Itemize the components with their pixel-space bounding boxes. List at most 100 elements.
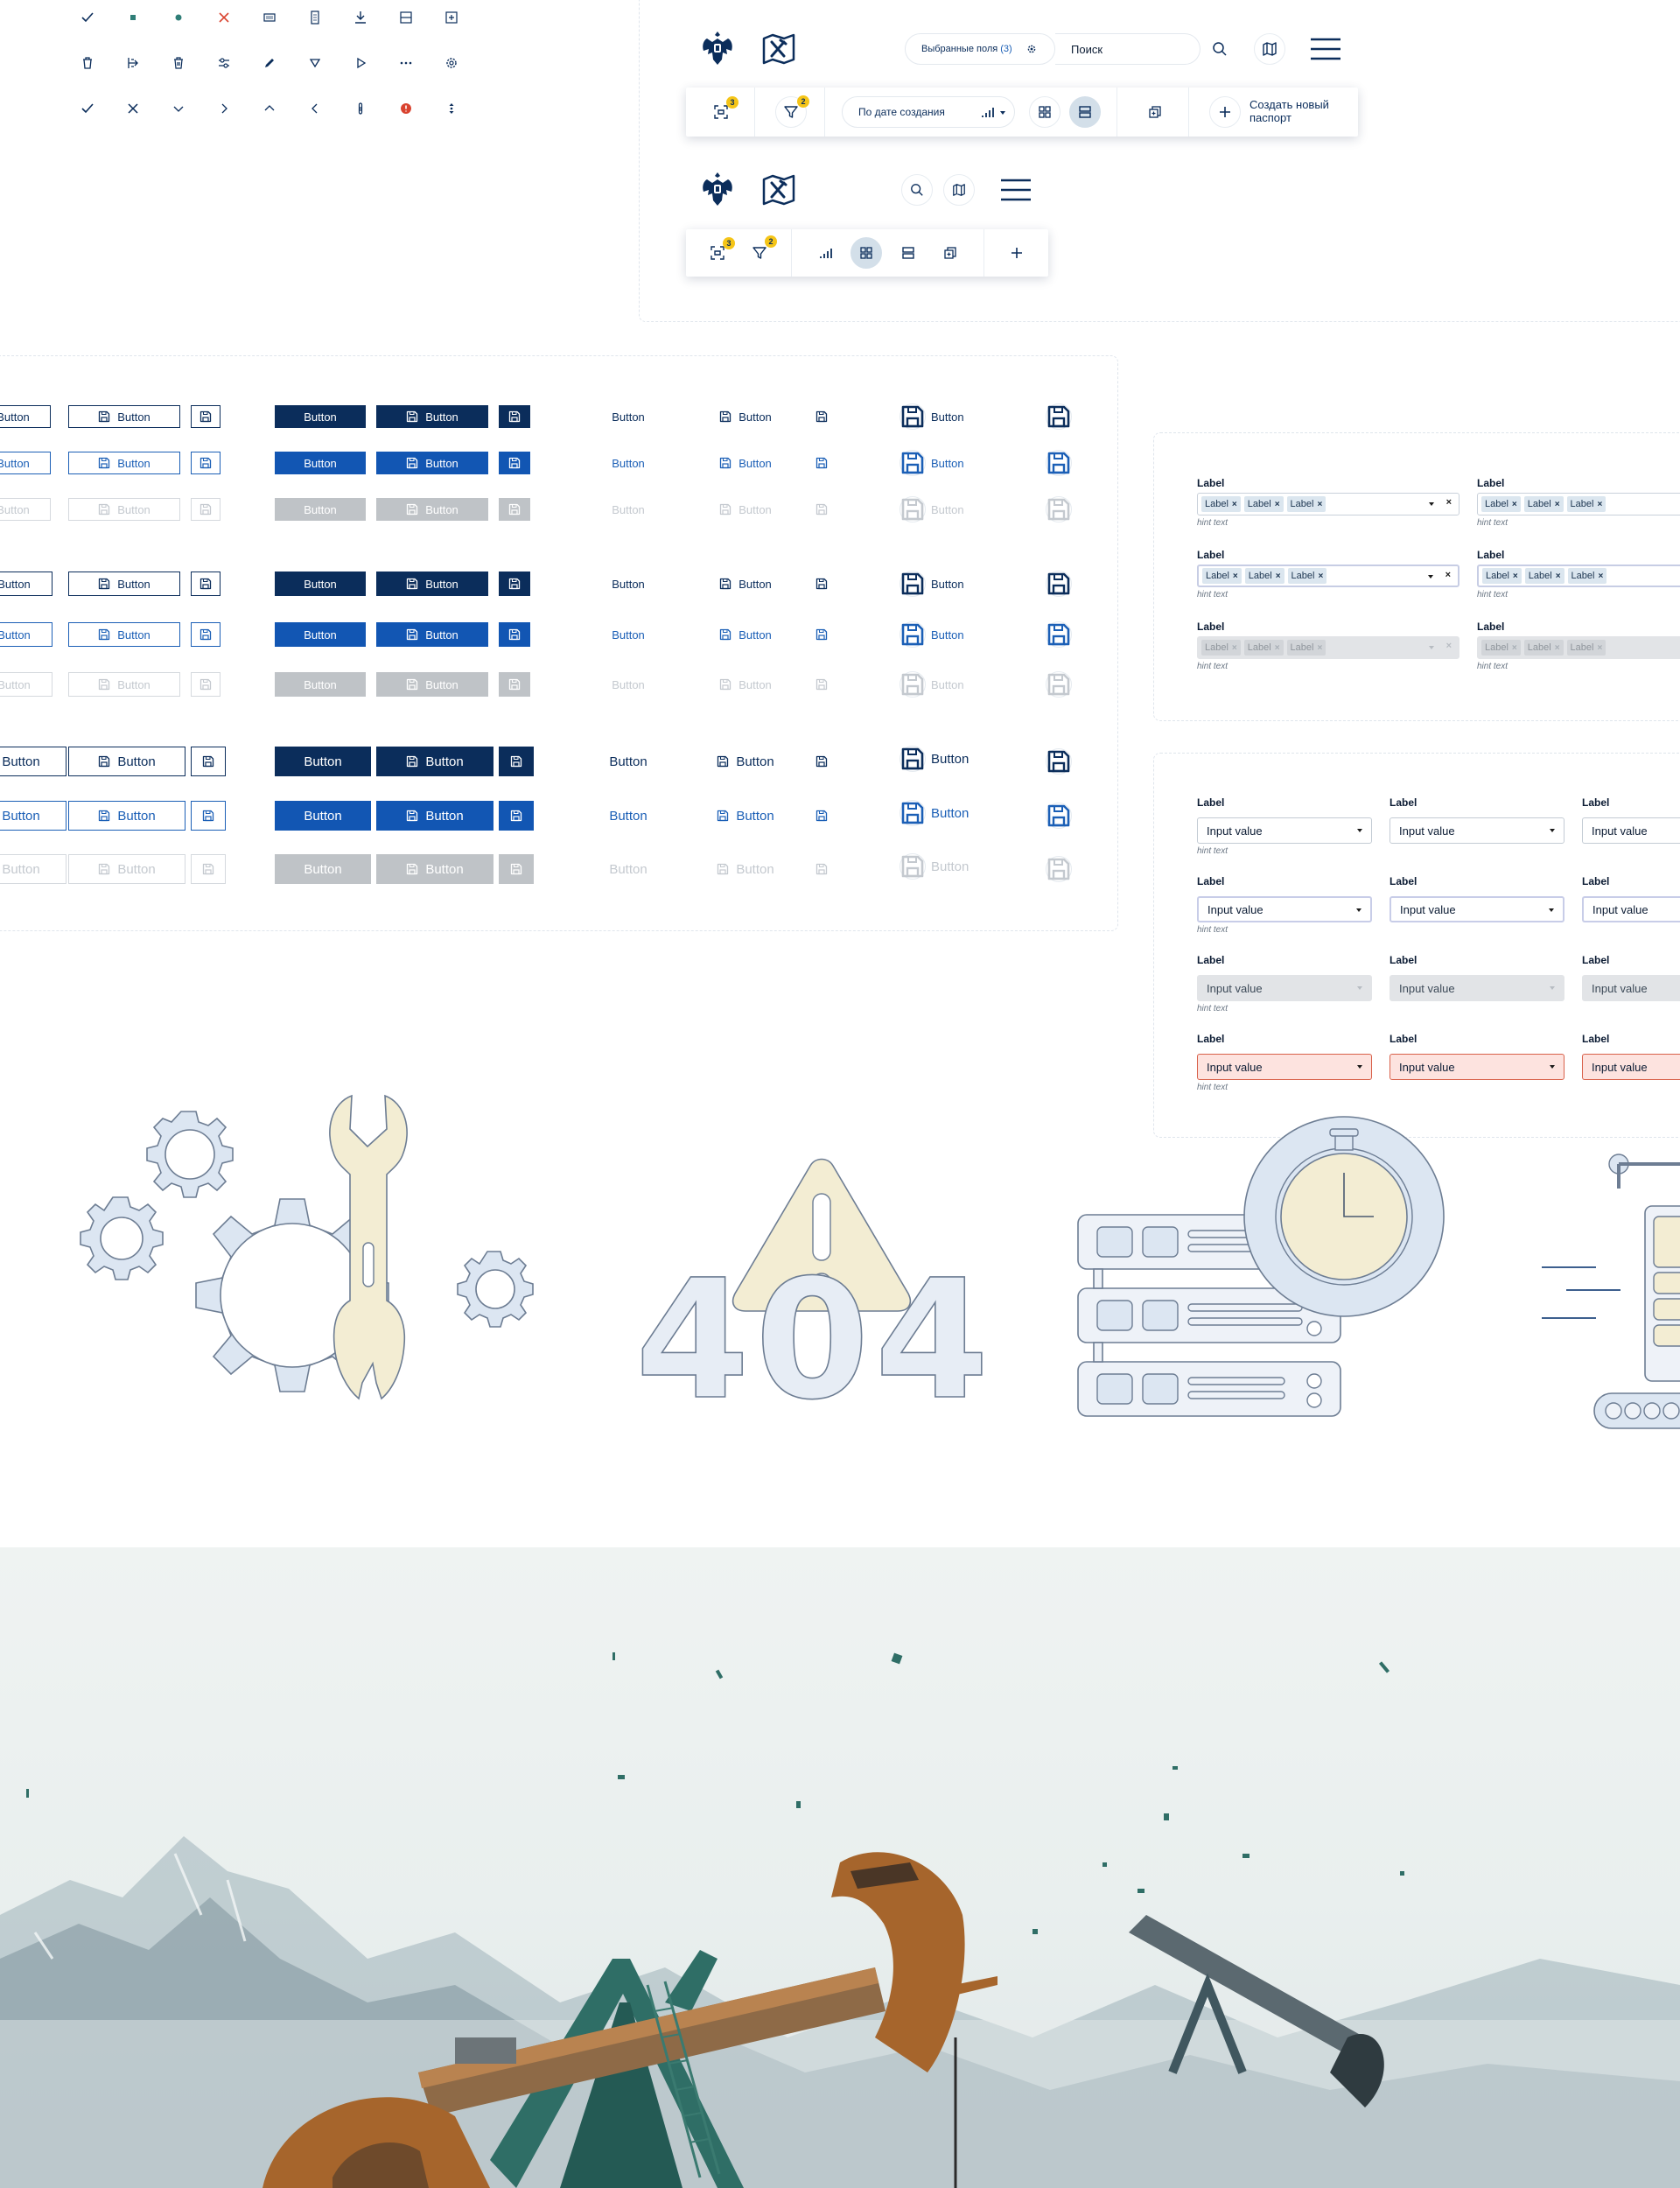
- tag-chip[interactable]: Label ×: [1244, 568, 1284, 584]
- check-icon[interactable]: [79, 100, 96, 117]
- tag-dropdown-caret-icon[interactable]: [1429, 646, 1434, 649]
- text-icon-only-button[interactable]: [808, 572, 835, 596]
- text-icon-button[interactable]: Button: [704, 498, 788, 521]
- select-dropdown[interactable]: Input value: [1582, 817, 1680, 844]
- map-button-compact[interactable]: [943, 174, 975, 206]
- trash-alt-icon[interactable]: [170, 54, 187, 72]
- select-dropdown[interactable]: Input value: [1197, 817, 1372, 844]
- remove-tag-icon[interactable]: ×: [1598, 572, 1603, 581]
- round-icon-button[interactable]: [900, 853, 926, 880]
- outline-square-icon-button[interactable]: [191, 747, 226, 776]
- tag-chip[interactable]: Label ×: [1567, 568, 1607, 584]
- list-view-button-compact[interactable]: [892, 237, 924, 269]
- tag-chip[interactable]: Label ×: [1524, 568, 1564, 584]
- remove-tag-icon[interactable]: ×: [1597, 500, 1602, 509]
- chevron-up-icon[interactable]: [261, 100, 278, 117]
- filled-button[interactable]: Button: [275, 452, 366, 474]
- sort-button-compact[interactable]: [810, 237, 842, 269]
- round-icon-only-button[interactable]: [1046, 856, 1072, 882]
- text-icon-only-button[interactable]: [808, 405, 835, 428]
- remove-tag-icon[interactable]: ×: [1597, 643, 1602, 653]
- text-button[interactable]: Button: [604, 452, 653, 474]
- outline-square-icon-button[interactable]: [191, 801, 226, 831]
- round-icon-button[interactable]: [900, 800, 926, 826]
- grid-view-button-compact[interactable]: [850, 237, 882, 269]
- remove-tag-icon[interactable]: ×: [1317, 643, 1322, 653]
- tag-chip[interactable]: Label ×: [1286, 496, 1326, 512]
- round-icon-only-button[interactable]: [1046, 450, 1072, 476]
- list-view-button[interactable]: [1069, 96, 1101, 128]
- filled-icon-button[interactable]: Button: [376, 747, 494, 776]
- tag-chip[interactable]: Label ×: [1287, 568, 1327, 584]
- filled-icon-button[interactable]: Button: [376, 854, 494, 884]
- round-icon-only-button[interactable]: [1046, 496, 1072, 522]
- dot-icon[interactable]: [170, 9, 187, 26]
- round-icon-button[interactable]: [900, 450, 926, 476]
- text-button[interactable]: Button: [604, 622, 653, 647]
- search-button-compact[interactable]: [901, 174, 933, 206]
- tag-chip[interactable]: Label ×: [1201, 496, 1241, 512]
- filled-button[interactable]: Button: [275, 405, 366, 428]
- filled-square-icon-button[interactable]: [499, 498, 530, 521]
- outline-icon-button[interactable]: Button: [68, 572, 180, 596]
- selected-fields-pill[interactable]: Выбранные поля (3): [905, 33, 1055, 65]
- filter-button-compact[interactable]: 2: [744, 235, 777, 269]
- round-icon-only-button[interactable]: [1046, 671, 1072, 698]
- table-add-icon[interactable]: [443, 9, 460, 26]
- multi-select-tag-field[interactable]: Label × Label × Label × ×: [1197, 565, 1460, 587]
- text-icon-only-button[interactable]: [808, 498, 835, 521]
- round-icon-button-label[interactable]: Button: [931, 406, 964, 427]
- outline-icon-button[interactable]: Button: [68, 854, 186, 884]
- table-row-icon[interactable]: [397, 9, 415, 26]
- outline-square-icon-button[interactable]: [191, 572, 220, 596]
- outline-icon-button[interactable]: Button: [68, 801, 186, 831]
- select-dropdown[interactable]: Input value: [1390, 1054, 1564, 1080]
- round-icon-button[interactable]: [900, 621, 926, 648]
- round-icon-button-label[interactable]: Button: [931, 803, 969, 824]
- text-button[interactable]: Button: [604, 672, 653, 697]
- download-icon[interactable]: [352, 9, 369, 26]
- tag-chip[interactable]: Label ×: [1523, 496, 1564, 512]
- create-passport-button[interactable]: [1209, 96, 1241, 128]
- round-icon-only-button[interactable]: [1046, 748, 1072, 775]
- close-icon[interactable]: [124, 100, 142, 117]
- filled-button[interactable]: Button: [275, 622, 366, 647]
- tag-dropdown-caret-icon[interactable]: [1429, 502, 1434, 506]
- filled-icon-button[interactable]: Button: [376, 405, 488, 428]
- document-icon[interactable]: [306, 9, 324, 26]
- round-icon-only-button[interactable]: [1046, 803, 1072, 829]
- tag-chip[interactable]: Label ×: [1481, 496, 1521, 512]
- select-dropdown[interactable]: Input value: [1390, 896, 1564, 922]
- outline-button[interactable]: Button: [0, 854, 66, 884]
- filled-icon-button[interactable]: Button: [376, 801, 494, 831]
- tag-chip[interactable]: Label ×: [1243, 640, 1284, 656]
- round-icon-button-label[interactable]: Button: [931, 573, 964, 594]
- filled-icon-button[interactable]: Button: [376, 498, 488, 521]
- outline-icon-button[interactable]: Button: [68, 405, 180, 428]
- remove-tag-icon[interactable]: ×: [1318, 572, 1323, 581]
- round-icon-button-label[interactable]: Button: [931, 624, 964, 645]
- filled-button[interactable]: Button: [275, 854, 371, 884]
- trash-icon[interactable]: [79, 54, 96, 72]
- multi-select-tag-field[interactable]: Label × Label × Label ×: [1477, 565, 1680, 587]
- round-icon-button-label[interactable]: Button: [931, 856, 969, 877]
- error-icon[interactable]: [397, 100, 415, 117]
- text-icon-button[interactable]: Button: [704, 572, 788, 596]
- square-icon[interactable]: [124, 9, 142, 26]
- outline-button[interactable]: Button: [0, 498, 51, 521]
- remove-tag-icon[interactable]: ×: [1512, 643, 1517, 653]
- tag-dropdown-caret-icon[interactable]: [1428, 575, 1433, 579]
- copy-button-compact[interactable]: [934, 237, 966, 269]
- filled-button[interactable]: Button: [275, 747, 371, 776]
- filled-button[interactable]: Button: [275, 498, 366, 521]
- tag-chip[interactable]: Label ×: [1202, 568, 1242, 584]
- text-button[interactable]: Button: [604, 801, 653, 831]
- text-icon-button[interactable]: Button: [704, 405, 788, 428]
- round-icon-button-label[interactable]: Button: [931, 452, 964, 473]
- text-icon-only-button[interactable]: [808, 672, 835, 697]
- remove-tag-icon[interactable]: ×: [1513, 572, 1518, 581]
- russia-emblem-logo-compact[interactable]: [700, 169, 735, 209]
- chevron-left-icon[interactable]: [306, 100, 324, 117]
- outline-button[interactable]: Button: [0, 747, 66, 776]
- text-icon-only-button[interactable]: [808, 747, 835, 776]
